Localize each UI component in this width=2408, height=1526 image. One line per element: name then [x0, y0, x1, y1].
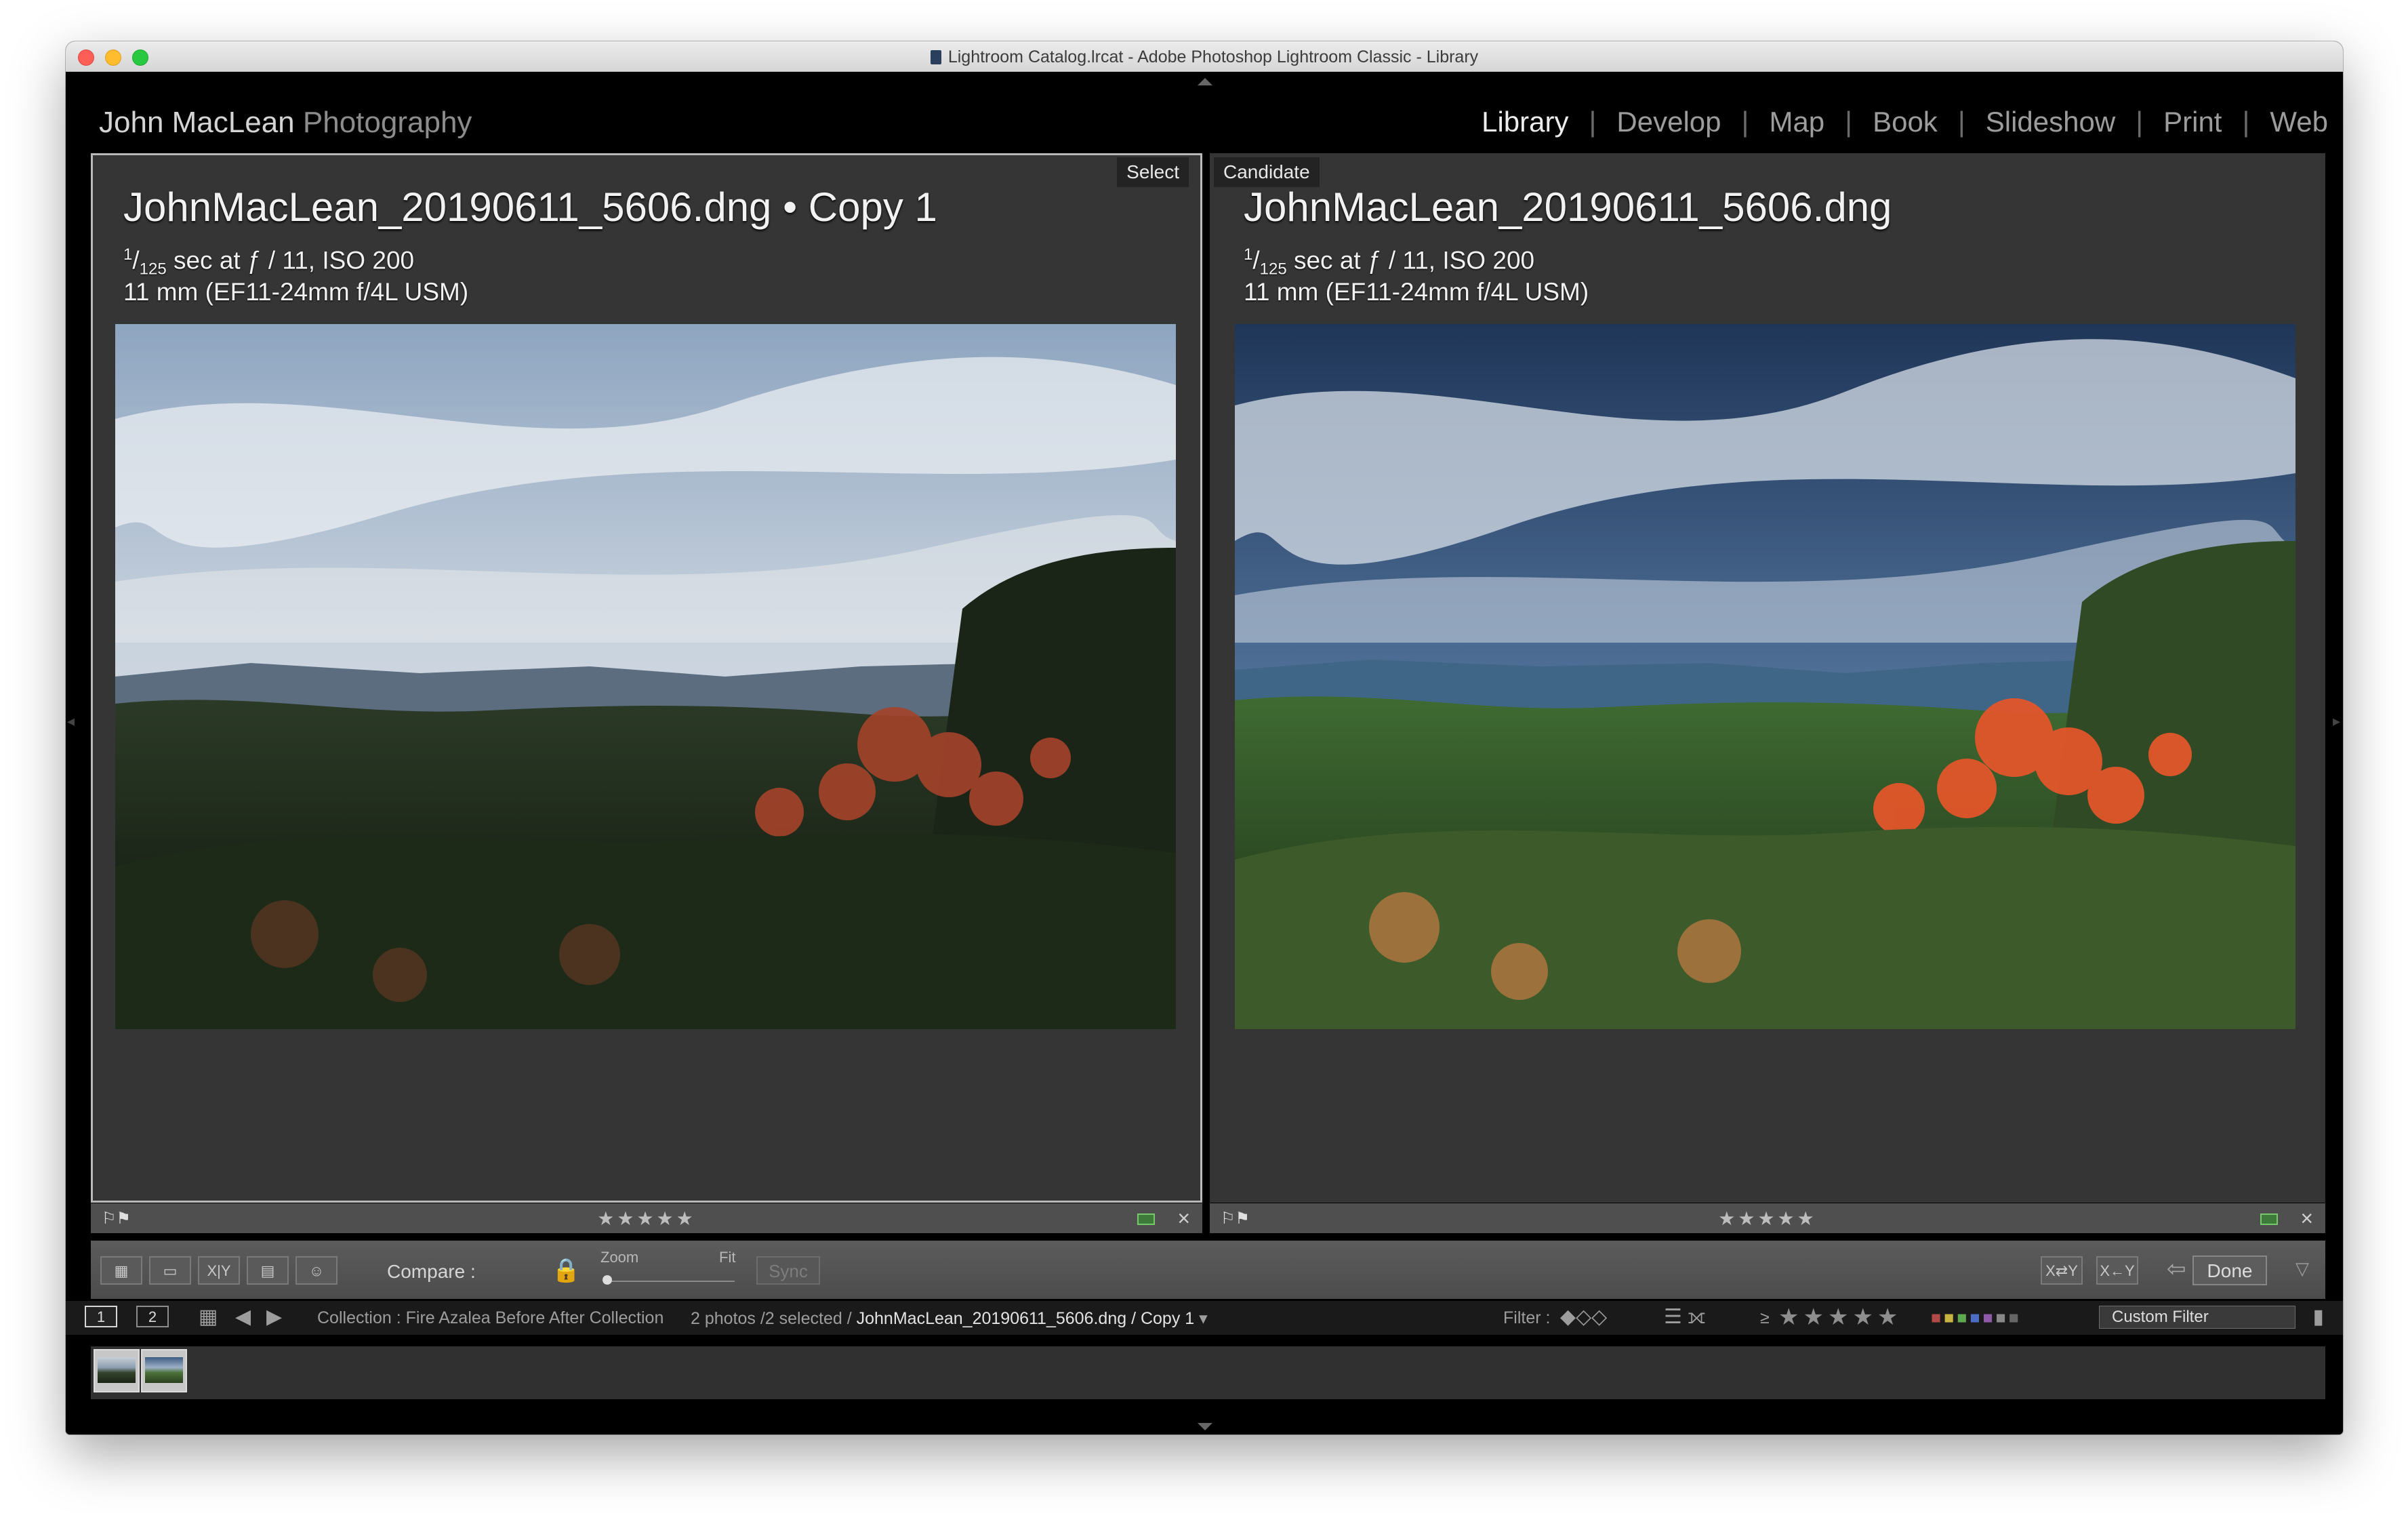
color-label-green[interactable] [2260, 1213, 2278, 1225]
forward-arrow-icon[interactable]: ▶ [266, 1305, 282, 1329]
close-icon[interactable]: × [1177, 1206, 1190, 1231]
select-rating[interactable]: ★★★★★ [91, 1207, 1202, 1230]
candidate-pane[interactable]: Candidate JohnMacLean_20190611_5606.dng … [1210, 153, 2325, 1203]
flag-filter-icons[interactable]: ◆◇◇ [1560, 1305, 1607, 1329]
candidate-tag: Candidate [1214, 157, 1320, 187]
close-icon[interactable]: × [2300, 1206, 2313, 1231]
title-bar: Lightroom Catalog.lrcat - Adobe Photosho… [66, 41, 2343, 72]
filmstrip-header: 1 2 ▦ ◀ ▶ Collection : Fire Azalea Befor… [66, 1301, 2343, 1335]
right-panel-toggle-icon[interactable]: ▸ [2333, 712, 2340, 730]
swap-icon[interactable]: X⇄Y [2041, 1256, 2083, 1285]
identity-plate: John MacLean Photography [99, 106, 472, 139]
selection-info[interactable]: 2 photos /2 selected / JohnMacLean_20190… [691, 1308, 1208, 1329]
catalog-file-icon [930, 50, 941, 64]
module-library[interactable]: Library [1482, 106, 1568, 138]
grid-icon[interactable]: ▦ [100, 1256, 142, 1285]
make-select-icon[interactable]: X←Y [2096, 1256, 2138, 1285]
zoom-label: Zoom [600, 1249, 639, 1266]
candidate-lens: 11 mm (EF11-24mm f/4L USM) [1244, 278, 1589, 306]
select-pane-footer: ⚐⚑ ★★★★★ × [91, 1203, 1202, 1233]
select-lens: 11 mm (EF11-24mm f/4L USM) [123, 278, 469, 306]
thumbnail-candidate[interactable] [141, 1349, 187, 1392]
candidate-exposure: 1/125 sec at ƒ / 11, ISO 200 [1244, 245, 1535, 279]
toolbar-menu-icon[interactable]: ▽ [2295, 1258, 2309, 1279]
color-label-filter[interactable]: ■■■■■■■ [1931, 1308, 2022, 1328]
lightroom-window: Lightroom Catalog.lrcat - Adobe Photosho… [66, 41, 2343, 1434]
candidate-filename: JohnMacLean_20190611_5606.dng [1244, 184, 1892, 230]
collection-source[interactable]: Collection : Fire Azalea Before After Co… [317, 1308, 664, 1328]
module-web[interactable]: Web [2270, 106, 2328, 138]
filter-label: Filter : [1503, 1308, 1551, 1327]
rating-filter[interactable]: ★★★★★ [1778, 1304, 1902, 1331]
select-tag: Select [1117, 157, 1189, 187]
back-arrow-icon[interactable]: ◀ [235, 1305, 251, 1329]
zoom-slider-track[interactable] [606, 1281, 735, 1282]
done-button[interactable]: Done [2192, 1256, 2267, 1285]
module-picker: Library | Develop | Map | Book | Slidesh… [1482, 106, 2328, 138]
grid-view-icon[interactable]: ▦ [199, 1305, 218, 1329]
survey-icon[interactable]: ▤ [247, 1256, 289, 1285]
people-icon[interactable]: ☺ [295, 1256, 338, 1285]
bottom-panel-toggle-icon[interactable] [1198, 1423, 1212, 1430]
compare-icon[interactable]: X|Y [198, 1256, 240, 1285]
module-print[interactable]: Print [2163, 106, 2222, 138]
zoom-slider-handle[interactable] [603, 1275, 612, 1285]
module-slideshow[interactable]: Slideshow [1986, 106, 2115, 138]
second-window-button[interactable]: 2 [136, 1306, 169, 1327]
left-panel-toggle-icon[interactable]: ◂ [67, 712, 75, 730]
lock-icon[interactable]: 🔒 [552, 1257, 580, 1284]
fit-label: Fit [719, 1249, 736, 1266]
window-title: Lightroom Catalog.lrcat - Adobe Photosho… [66, 47, 2343, 67]
color-label-green[interactable] [1137, 1213, 1155, 1225]
loupe-icon[interactable]: ▭ [149, 1256, 191, 1285]
toolbar: ▦ ▭ X|Y ▤ ☺ Compare : 🔒 Zoom Fit Sync X⇄… [91, 1241, 2325, 1299]
module-develop[interactable]: Develop [1616, 106, 1721, 138]
filter-preset-select[interactable]: Custom Filter [2099, 1306, 2295, 1329]
arrow-left-icon[interactable]: ⇦ [2167, 1256, 2186, 1283]
select-pane[interactable]: Select JohnMacLean_20190611_5606.dng • C… [91, 153, 1202, 1203]
candidate-rating[interactable]: ★★★★★ [1210, 1207, 2325, 1230]
module-map[interactable]: Map [1769, 106, 1824, 138]
candidate-photo[interactable] [1235, 324, 2295, 1029]
filmstrip [91, 1346, 2325, 1399]
select-exposure: 1/125 sec at ƒ / 11, ISO 200 [123, 245, 415, 279]
rating-operator[interactable]: ≥ [1760, 1308, 1770, 1328]
candidate-pane-footer: ⚐⚑ ★★★★★ × [1210, 1203, 2325, 1233]
select-photo[interactable] [115, 324, 1176, 1029]
select-filename: JohnMacLean_20190611_5606.dng • Copy 1 [123, 184, 937, 230]
main-window-button[interactable]: 1 [85, 1306, 117, 1327]
top-panel-toggle-icon[interactable] [1198, 78, 1212, 85]
module-book[interactable]: Book [1873, 106, 1938, 138]
sync-button[interactable]: Sync [756, 1256, 820, 1285]
thumbnail-select[interactable] [94, 1349, 140, 1392]
edit-filter-icons[interactable]: ☰ ⟗ [1664, 1305, 1705, 1329]
compare-label: Compare : [387, 1261, 476, 1282]
filter-lock-icon[interactable]: ▮ [2312, 1305, 2324, 1329]
